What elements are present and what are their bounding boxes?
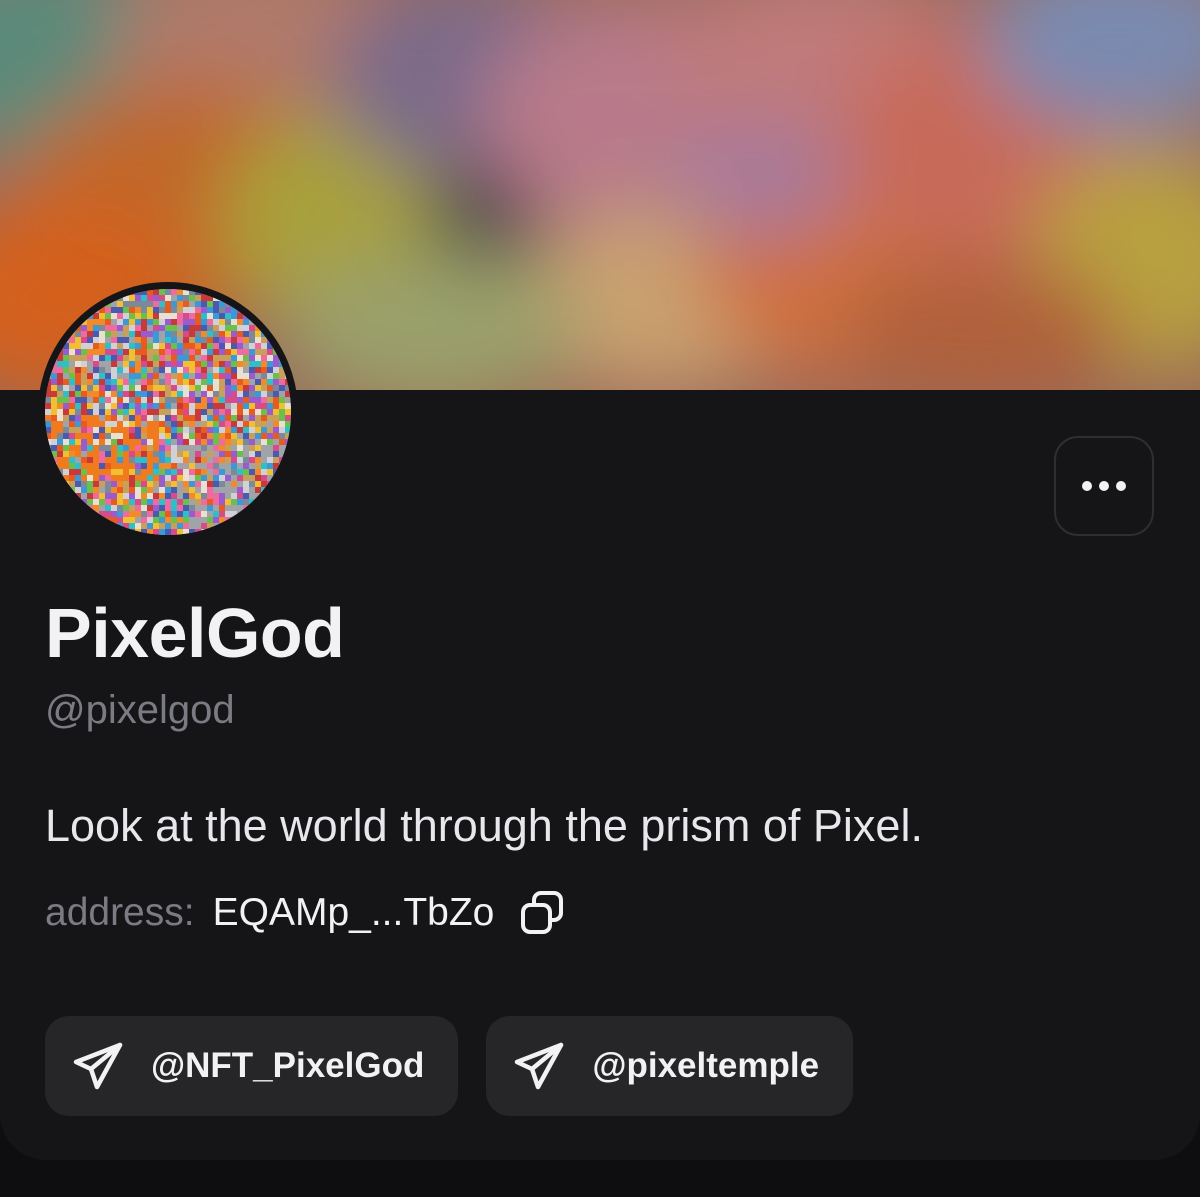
link-label: @NFT_PixelGod — [151, 1046, 425, 1085]
display-name: PixelGod — [45, 594, 345, 672]
telegram-link-nft-pixelgod[interactable]: @NFT_PixelGod — [45, 1016, 459, 1116]
telegram-icon — [512, 1039, 566, 1093]
username-handle: @pixelgod — [45, 688, 235, 732]
profile-page: PixelGod @pixelgod Look at the world thr… — [0, 0, 1200, 1197]
profile-card: PixelGod @pixelgod Look at the world thr… — [0, 0, 1200, 1160]
more-options-button[interactable] — [1054, 436, 1154, 536]
telegram-link-pixeltemple[interactable]: @pixeltemple — [486, 1016, 854, 1116]
link-label: @pixeltemple — [592, 1046, 820, 1085]
address-label: address: — [45, 891, 195, 934]
copy-icon[interactable] — [518, 889, 566, 937]
address-row: address: EQAMp_...TbZo — [45, 888, 566, 938]
more-horizontal-icon-dot — [1099, 481, 1109, 491]
avatar-image — [45, 289, 291, 535]
profile-bio: Look at the world through the prism of P… — [45, 800, 923, 851]
avatar[interactable] — [38, 282, 298, 542]
more-horizontal-icon — [1082, 481, 1092, 491]
more-horizontal-icon-dot — [1116, 481, 1126, 491]
social-links: @NFT_PixelGod @pixeltemple — [45, 1016, 854, 1116]
address-value[interactable]: EQAMp_...TbZo — [213, 891, 495, 935]
telegram-icon — [71, 1039, 125, 1093]
